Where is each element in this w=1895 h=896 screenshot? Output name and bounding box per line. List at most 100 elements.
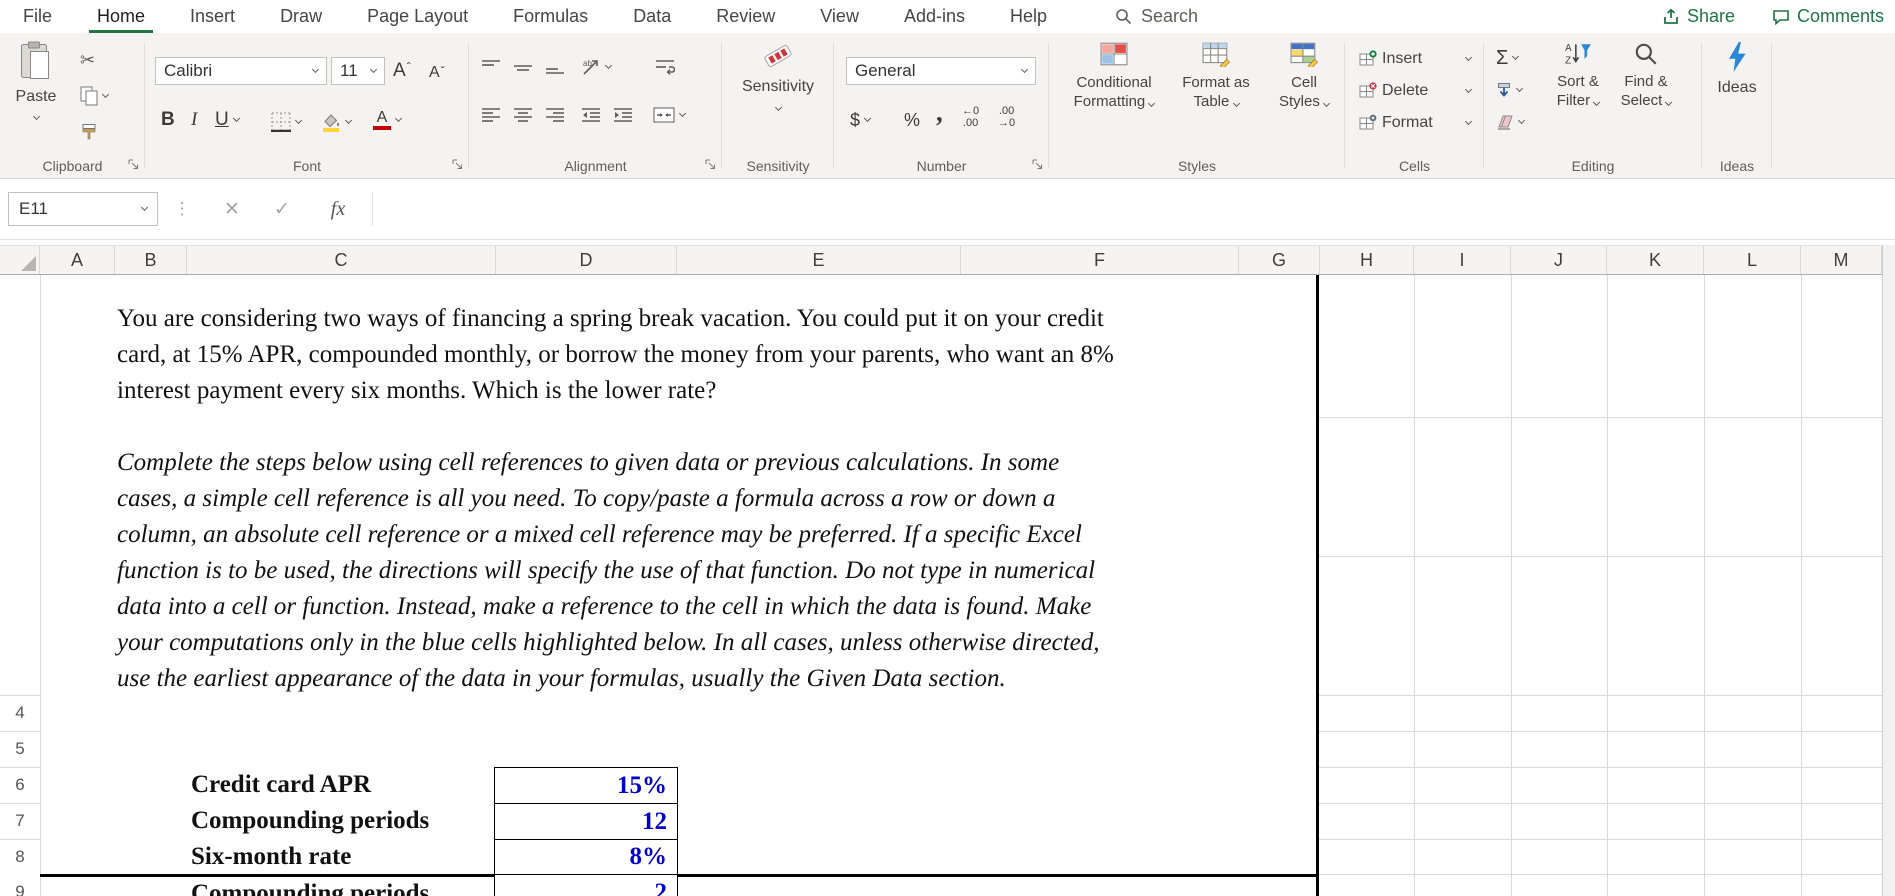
row-header-8[interactable]: 8 — [0, 839, 40, 875]
instructions-line: column, an absolute cell reference or a … — [117, 521, 1082, 548]
align-right-button[interactable] — [545, 107, 565, 123]
font-size-combo[interactable]: 11 — [331, 57, 385, 85]
align-center-button[interactable] — [513, 107, 533, 123]
fill-color-button[interactable] — [321, 107, 353, 137]
instructions-line: use the earliest appearance of the data … — [117, 665, 1006, 692]
menu-formulas[interactable]: Formulas — [513, 0, 588, 33]
format-painter-button[interactable] — [80, 119, 98, 145]
ideas-button[interactable]: Ideas — [1702, 41, 1772, 153]
share-button[interactable]: Share — [1662, 0, 1735, 33]
paste-label: Paste — [15, 88, 57, 105]
column-header-j[interactable]: J — [1511, 246, 1607, 274]
format-cells-button[interactable]: Format — [1359, 109, 1473, 137]
cell-styles-button[interactable]: Cell Styles — [1267, 41, 1341, 153]
align-middle-button[interactable] — [513, 59, 533, 75]
align-bottom-button[interactable] — [545, 59, 565, 75]
conditional-formatting-button[interactable]: Conditional Formatting — [1063, 41, 1165, 153]
menu-insert[interactable]: Insert — [190, 0, 235, 33]
column-header-b[interactable]: B — [115, 246, 187, 274]
given-data-cell-d8[interactable]: 8% — [494, 839, 678, 875]
search-box[interactable]: Search — [1115, 0, 1198, 33]
column-header-m[interactable]: M — [1801, 246, 1882, 274]
cut-button[interactable]: ✂ — [80, 47, 95, 73]
menu-file[interactable]: File — [23, 0, 52, 33]
font-family-combo[interactable]: Calibri — [155, 57, 327, 85]
column-header-a[interactable]: A — [40, 246, 115, 274]
given-data-cell-d6[interactable]: 15% — [494, 767, 678, 804]
borders-button[interactable] — [271, 107, 303, 137]
paste-button[interactable]: Paste — [6, 39, 66, 153]
row-header-4[interactable]: 4 — [0, 695, 40, 731]
menu-help[interactable]: Help — [1010, 0, 1047, 33]
merge-center-button[interactable] — [653, 107, 687, 123]
cancel-button[interactable]: ✕ — [212, 192, 252, 226]
number-dialog-launcher[interactable] — [1031, 158, 1044, 171]
row-header-5[interactable]: 5 — [0, 731, 40, 767]
given-data-cell-d9[interactable]: 2 — [494, 874, 678, 896]
increase-decimal-button[interactable]: ←0.00 — [962, 105, 979, 129]
find-select-button[interactable]: Find & Select — [1612, 41, 1680, 153]
select-all-corner[interactable] — [0, 246, 40, 274]
menu-view[interactable]: View — [820, 0, 859, 33]
decrease-decimal-button[interactable]: .00 →0 — [998, 105, 1015, 129]
column-header-i[interactable]: I — [1414, 246, 1511, 274]
column-header-g[interactable]: G — [1239, 246, 1320, 274]
format-as-table-button[interactable]: Format as Table — [1167, 41, 1265, 153]
vertical-scrollbar[interactable] — [1882, 245, 1895, 896]
alignment-dialog-launcher[interactable] — [704, 158, 717, 171]
row-header-7[interactable]: 7 — [0, 803, 40, 839]
enter-button[interactable]: ✓ — [262, 192, 302, 226]
increase-font-size-button[interactable]: Aˆ — [393, 57, 411, 85]
sort-filter-button[interactable]: A Z Sort & Filter — [1546, 41, 1610, 153]
column-header-e[interactable]: E — [677, 246, 961, 274]
clipboard-dialog-launcher[interactable] — [127, 158, 140, 171]
clear-button[interactable] — [1496, 109, 1526, 135]
font-color-button[interactable]: A — [373, 105, 403, 135]
menu-add-ins[interactable]: Add-ins — [904, 0, 965, 33]
bold-button[interactable]: B — [161, 105, 175, 135]
column-header-d[interactable]: D — [496, 246, 677, 274]
insert-function-button[interactable]: fx — [316, 192, 360, 226]
fill-button[interactable] — [1496, 77, 1524, 103]
orientation-button[interactable]: ab — [581, 57, 613, 77]
menu-data[interactable]: Data — [633, 0, 671, 33]
number-format-chevron-icon — [1020, 65, 1029, 74]
increase-indent-button[interactable] — [613, 107, 633, 123]
column-header-f[interactable]: F — [961, 246, 1239, 274]
decrease-font-size-button[interactable]: Aˇ — [429, 59, 445, 87]
column-header-l[interactable]: L — [1704, 246, 1801, 274]
font-dialog-launcher[interactable] — [451, 158, 464, 171]
comma-style-button[interactable]: , — [936, 97, 943, 127]
column-header-c[interactable]: C — [187, 246, 496, 274]
italic-button[interactable]: I — [191, 105, 197, 135]
column-header-h[interactable]: H — [1320, 246, 1414, 274]
decrease-indent-button[interactable] — [581, 107, 601, 123]
insert-cells-button[interactable]: Insert — [1359, 45, 1473, 73]
given-data-cell-d7[interactable]: 12 — [494, 803, 678, 840]
row-header-9[interactable]: 9 — [0, 874, 40, 896]
number-format-combo[interactable]: General — [846, 57, 1036, 85]
formula-bar-splitter[interactable]: ⋮ — [172, 192, 192, 226]
menu-home[interactable]: Home — [89, 0, 154, 33]
menu-review[interactable]: Review — [716, 0, 775, 33]
formula-input[interactable] — [372, 192, 1895, 226]
comments-button[interactable]: Comments — [1772, 0, 1884, 33]
wrap-text-button[interactable] — [655, 59, 675, 75]
column-header-k[interactable]: K — [1607, 246, 1704, 274]
align-left-button[interactable] — [481, 107, 501, 123]
percent-style-button[interactable]: % — [904, 105, 920, 135]
menu-page-layout[interactable]: Page Layout — [367, 0, 468, 33]
copy-button[interactable] — [80, 83, 110, 109]
name-box[interactable]: E11 — [8, 192, 158, 226]
row-header-6[interactable]: 6 — [0, 767, 40, 803]
delete-cells-button[interactable]: Delete — [1359, 77, 1473, 105]
align-top-button[interactable] — [481, 59, 501, 75]
menu-draw[interactable]: Draw — [280, 0, 322, 33]
autosum-button[interactable]: Σ — [1496, 45, 1520, 71]
underline-button[interactable]: U — [215, 105, 240, 135]
worksheet-grid[interactable]: 4 5 6 7 8 9 You are considering two ways… — [0, 275, 1895, 896]
sensitivity-button[interactable]: Sensitivity — [722, 41, 834, 153]
font-group-label: Font — [292, 158, 321, 174]
accounting-format-button[interactable]: $ — [850, 105, 872, 135]
ribbon-group-number: General $ % , ←0.00 .00 →0 Number — [834, 33, 1049, 178]
